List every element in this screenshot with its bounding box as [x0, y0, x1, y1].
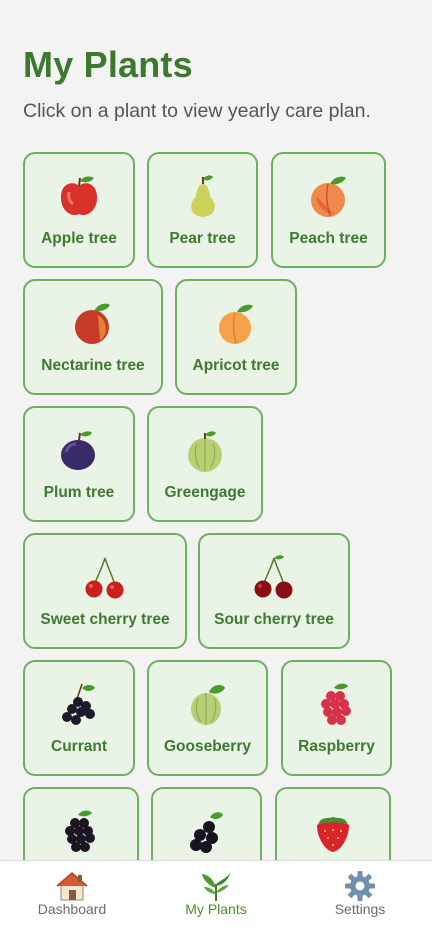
plant-label: Peach tree — [289, 230, 368, 247]
plant-label: Greengage — [164, 484, 246, 501]
gear-icon — [345, 871, 375, 901]
nav-item-my-plants[interactable]: My Plants — [144, 861, 288, 927]
plant-tile-blackberry[interactable] — [23, 787, 139, 860]
nav-label-dashboard: Dashboard — [37, 901, 107, 917]
peach-icon — [310, 176, 346, 217]
sweet-cherry-icon — [85, 557, 124, 599]
pear-icon — [190, 175, 215, 217]
plant-tile-black-currant[interactable] — [151, 787, 262, 860]
plant-label: Gooseberry — [163, 738, 251, 755]
black-currant-icon — [189, 812, 223, 853]
apple-icon — [60, 176, 98, 216]
plant-tile-nectarine[interactable]: Nectarine tree — [23, 279, 163, 395]
plants-content: My Plants Click on a plant to view yearl… — [0, 0, 432, 860]
plant-tile-plum[interactable]: Plum tree — [23, 406, 135, 522]
plum-icon — [61, 431, 95, 470]
plant-label: Nectarine tree — [41, 357, 145, 374]
plant-tile-strawberry[interactable] — [275, 787, 391, 860]
blackberry-icon — [65, 810, 95, 852]
plant-tile-raspberry[interactable]: Raspberry — [281, 660, 392, 776]
nav-item-settings[interactable]: Settings — [288, 861, 432, 927]
page-subtitle: Click on a plant to view yearly care pla… — [23, 100, 371, 122]
apricot-icon — [219, 304, 253, 344]
nav-item-dashboard[interactable]: Dashboard — [0, 861, 144, 927]
sour-cherry-icon — [254, 555, 293, 599]
nav-label-settings: Settings — [334, 901, 386, 917]
greengage-icon — [188, 431, 222, 472]
plant-label: Sour cherry tree — [214, 611, 334, 628]
currant-icon — [62, 683, 95, 725]
plant-label: Sweet cherry tree — [40, 611, 170, 628]
house-icon — [56, 872, 88, 901]
plant-label: Currant — [51, 738, 107, 755]
page-title: My Plants — [23, 44, 193, 85]
plant-label: Pear tree — [169, 230, 236, 247]
nav-label-my-plants: My Plants — [185, 901, 247, 917]
strawberry-icon — [317, 817, 349, 852]
raspberry-icon — [320, 683, 351, 725]
plant-tile-apple[interactable]: Apple tree — [23, 152, 135, 268]
my-plants-screen: My Plants Click on a plant to view yearl… — [0, 0, 432, 927]
plant-tile-peach[interactable]: Peach tree — [271, 152, 386, 268]
plant-label: Plum tree — [43, 484, 115, 501]
plant-label: Apple tree — [41, 230, 117, 247]
seedling-icon — [202, 872, 231, 901]
bottom-nav-bar: Dashboard My Plants Settings — [0, 860, 432, 927]
plant-tile-pear[interactable]: Pear tree — [147, 152, 258, 268]
plant-label: Raspberry — [298, 738, 375, 755]
nectarine-icon — [75, 303, 110, 344]
plant-tile-currant[interactable]: Currant — [23, 660, 135, 776]
gooseberry-icon — [190, 685, 225, 725]
plant-tile-sour-cherry[interactable]: Sour cherry tree — [198, 533, 350, 649]
plant-tile-apricot[interactable]: Apricot tree — [175, 279, 297, 395]
plant-tile-greengage[interactable]: Greengage — [147, 406, 263, 522]
plant-label: Apricot tree — [192, 357, 280, 374]
plant-tile-sweet-cherry[interactable]: Sweet cherry tree — [23, 533, 187, 649]
plant-tile-gooseberry[interactable]: Gooseberry — [147, 660, 268, 776]
